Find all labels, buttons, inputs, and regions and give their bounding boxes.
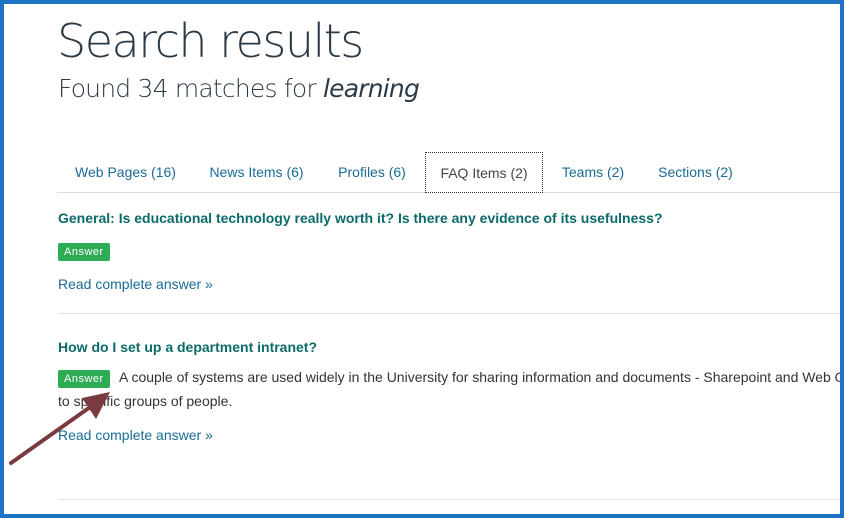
annotation-arrow	[9, 392, 110, 465]
